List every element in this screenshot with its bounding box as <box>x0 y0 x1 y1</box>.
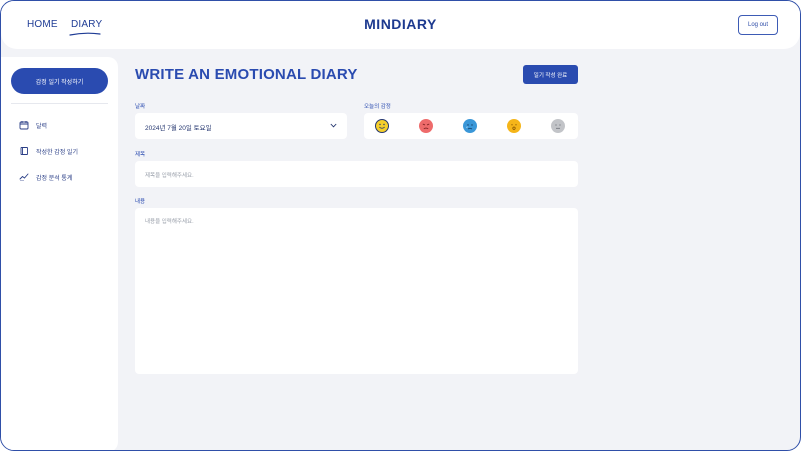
sidebar-divider <box>11 103 108 104</box>
content-textarea[interactable]: 내용을 입력해주세요. <box>135 208 578 374</box>
emotion-neutral-icon[interactable] <box>551 119 565 133</box>
book-icon <box>20 147 28 155</box>
content-label: 내용 <box>135 199 146 205</box>
calendar-icon <box>19 121 29 130</box>
chevron-down-icon <box>330 123 337 128</box>
date-value: 2024년 7월 20일 토요일 <box>145 125 212 132</box>
top-header: HOME DIARY MINDIARY Log out <box>1 1 800 49</box>
sidebar-item-label: 감정 분석 통계 <box>36 175 73 182</box>
subject-input[interactable]: 제목을 입력해주세요. <box>135 161 578 187</box>
chart-icon <box>19 173 29 181</box>
sidebar-item-calendar[interactable]: 달력 <box>19 119 47 131</box>
complete-diary-button[interactable]: 일기 작성 완료 <box>523 65 578 84</box>
emotion-surprised-icon[interactable] <box>507 119 521 133</box>
sidebar: 감정 일기 작성하기 달력 작성한 감정 일기 감정 분석 통계 <box>1 57 118 450</box>
sidebar-item-label: 달력 <box>36 123 48 130</box>
subject-label: 제목 <box>135 152 146 158</box>
sidebar-item-written-diaries[interactable]: 작성한 감정 일기 <box>19 145 78 157</box>
app-window: HOME DIARY MINDIARY Log out 감정 일기 작성하기 달… <box>0 0 801 451</box>
date-select[interactable]: 2024년 7월 20일 토요일 <box>135 113 347 139</box>
date-label: 날짜 <box>135 104 146 110</box>
emotion-label: 오늘의 감정 <box>364 104 391 110</box>
app-logo: MINDIARY <box>364 16 437 32</box>
emotion-picker <box>364 113 578 139</box>
logout-button[interactable]: Log out <box>738 15 778 35</box>
page-title: WRITE AN EMOTIONAL DIARY <box>135 66 358 83</box>
emotion-angry-icon[interactable] <box>419 119 433 133</box>
emotion-happy-icon[interactable] <box>375 119 389 133</box>
emotion-sad-icon[interactable] <box>463 119 477 133</box>
write-diary-button[interactable]: 감정 일기 작성하기 <box>11 68 108 94</box>
sidebar-item-statistics[interactable]: 감정 분석 통계 <box>19 171 72 183</box>
sidebar-item-label: 작성한 감정 일기 <box>36 149 78 156</box>
